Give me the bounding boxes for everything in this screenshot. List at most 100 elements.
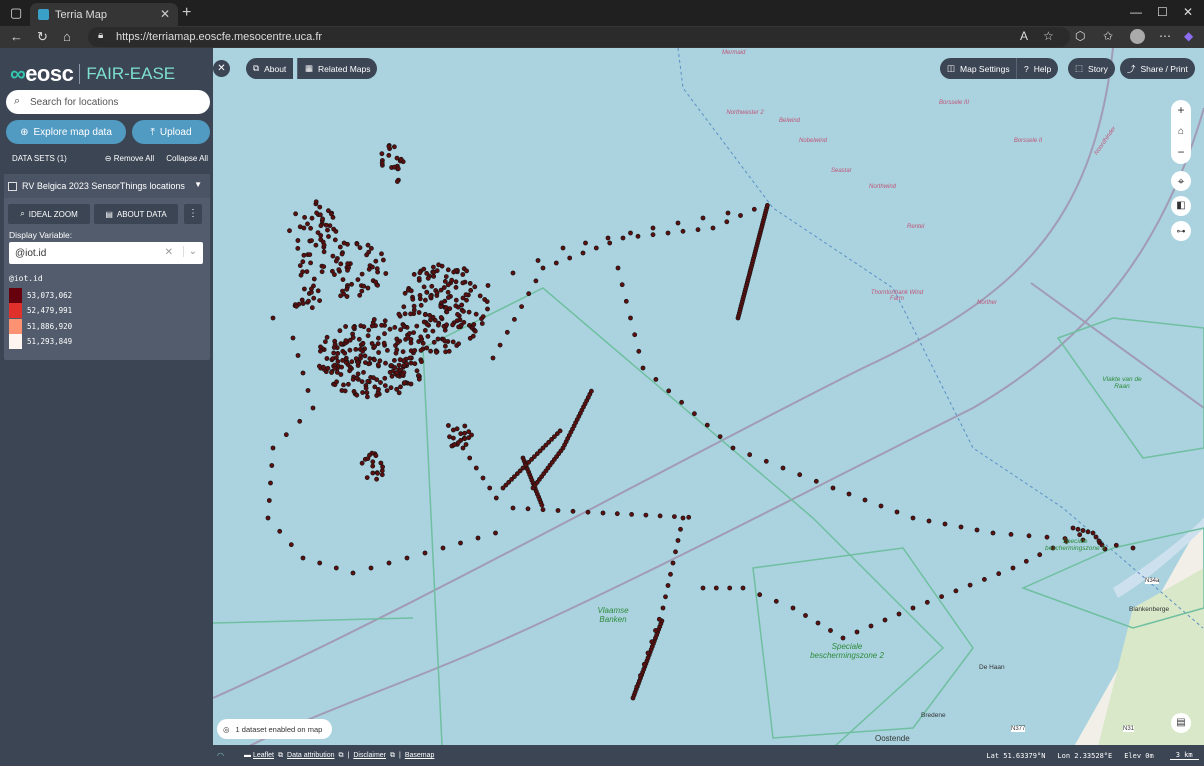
sensor-point[interactable]: [361, 283, 367, 289]
dataset-title-row[interactable]: RV Belgica 2023 SensorThings locations ▼: [8, 178, 206, 194]
sensor-point[interactable]: [313, 242, 319, 248]
sensor-point[interactable]: [333, 565, 339, 571]
sensor-point[interactable]: [372, 357, 377, 363]
sensor-point[interactable]: [345, 267, 350, 273]
sensor-point[interactable]: [266, 498, 272, 503]
sensor-point[interactable]: [540, 265, 546, 271]
sensor-point[interactable]: [493, 495, 499, 501]
sensor-point[interactable]: [670, 560, 676, 566]
sensor-point[interactable]: [458, 540, 463, 546]
sensor-point[interactable]: [464, 268, 469, 274]
sensor-point[interactable]: [313, 199, 319, 205]
sensor-point[interactable]: [298, 272, 304, 278]
sensor-point[interactable]: [570, 508, 576, 514]
sensor-point[interactable]: [484, 299, 490, 304]
sensor-point[interactable]: [428, 293, 433, 299]
zoom-in-icon[interactable]: +: [1171, 100, 1191, 121]
sensor-point[interactable]: [396, 311, 402, 317]
sensor-point[interactable]: [306, 298, 311, 304]
sensor-point[interactable]: [338, 261, 344, 267]
data-attribution-link[interactable]: Data attribution: [287, 752, 334, 759]
datasets-enabled-chip[interactable]: ◎ 1 dataset enabled on map: [217, 719, 333, 739]
extensions-icon[interactable]: ⬡: [1075, 29, 1085, 43]
sensor-point[interactable]: [387, 326, 393, 332]
sensor-point[interactable]: [451, 269, 457, 275]
sensor-point[interactable]: [421, 284, 427, 290]
sensor-point[interactable]: [540, 507, 546, 513]
sensor-point[interactable]: [453, 297, 459, 303]
profile-avatar[interactable]: [1130, 29, 1145, 44]
sensor-point[interactable]: [382, 383, 388, 388]
sensor-point[interactable]: [318, 233, 324, 238]
sensor-point[interactable]: [364, 252, 369, 258]
sensor-point[interactable]: [460, 272, 466, 277]
leaflet-link[interactable]: Leaflet: [253, 752, 274, 759]
maximize-icon[interactable]: ☐: [1157, 5, 1168, 19]
sensor-point[interactable]: [391, 164, 397, 170]
sensor-point[interactable]: [400, 349, 406, 355]
sensor-point[interactable]: [418, 347, 424, 353]
sensor-point[interactable]: [560, 245, 566, 251]
sensor-point[interactable]: [372, 344, 377, 349]
sensor-point[interactable]: [424, 321, 430, 327]
sensor-point[interactable]: [375, 341, 381, 347]
sensor-point[interactable]: [717, 434, 723, 439]
sensor-point[interactable]: [456, 341, 461, 347]
sensor-point[interactable]: [353, 356, 359, 362]
sensor-point[interactable]: [431, 273, 437, 279]
sensor-point[interactable]: [472, 284, 478, 290]
sensor-point[interactable]: [468, 287, 474, 293]
sensor-point[interactable]: [321, 249, 327, 255]
sensor-point[interactable]: [650, 232, 656, 238]
sensor-point[interactable]: [740, 585, 746, 591]
sensor-point[interactable]: [309, 289, 314, 295]
sensor-point[interactable]: [555, 508, 561, 513]
sensor-point[interactable]: [344, 286, 350, 292]
sensor-point[interactable]: [445, 267, 451, 273]
sensor-point[interactable]: [446, 348, 452, 354]
sensor-point[interactable]: [440, 545, 446, 551]
sensor-point[interactable]: [665, 230, 671, 236]
sensor-point[interactable]: [480, 475, 486, 481]
sensor-point[interactable]: [338, 341, 344, 347]
sensor-point[interactable]: [422, 297, 428, 303]
help-button[interactable]: ? Help: [1016, 58, 1059, 79]
sensor-point[interactable]: [333, 228, 339, 234]
sensor-point[interactable]: [394, 336, 400, 342]
location-search[interactable]: ⌕ Search for locations: [6, 90, 210, 114]
sensor-point[interactable]: [365, 285, 371, 291]
sensor-point[interactable]: [345, 381, 351, 387]
more-menu-icon[interactable]: ⋯: [1159, 29, 1171, 43]
sensor-point[interactable]: [384, 347, 390, 353]
sensor-point[interactable]: [318, 344, 323, 350]
sensor-point[interactable]: [297, 263, 303, 268]
sensor-point[interactable]: [894, 509, 900, 515]
about-data-button[interactable]: ▤ ABOUT DATA: [94, 204, 178, 224]
sensor-point[interactable]: [475, 535, 481, 541]
sensor-point[interactable]: [634, 684, 640, 690]
split-compare-icon[interactable]: ◧: [1171, 196, 1191, 216]
sensor-point[interactable]: [763, 458, 769, 464]
sensor-point[interactable]: [379, 160, 385, 166]
measure-tool-icon[interactable]: ⊶: [1171, 221, 1191, 241]
sensor-point[interactable]: [408, 360, 414, 366]
sensor-point[interactable]: [360, 390, 365, 395]
sensor-point[interactable]: [691, 411, 697, 417]
sensor-point[interactable]: [383, 360, 388, 366]
sensor-point[interactable]: [419, 359, 424, 365]
sensor-point[interactable]: [420, 340, 426, 346]
basemap-link[interactable]: Basemap: [405, 752, 435, 759]
sensor-point[interactable]: [636, 348, 642, 354]
sensor-point[interactable]: [290, 335, 296, 341]
sensor-point[interactable]: [410, 296, 416, 302]
sensor-point[interactable]: [368, 565, 374, 571]
sensor-point[interactable]: [487, 485, 493, 491]
map-view[interactable]: Mermaid Northwester 2 Belwind Nobelwind …: [213, 48, 1204, 766]
sensor-point[interactable]: [588, 388, 594, 394]
sensor-point[interactable]: [747, 452, 753, 458]
sensor-point[interactable]: [645, 650, 651, 656]
sensor-point[interactable]: [392, 324, 398, 330]
sensor-point[interactable]: [435, 322, 441, 328]
close-panel-icon[interactable]: ✕: [213, 60, 230, 77]
close-window-icon[interactable]: ✕: [1183, 5, 1193, 19]
